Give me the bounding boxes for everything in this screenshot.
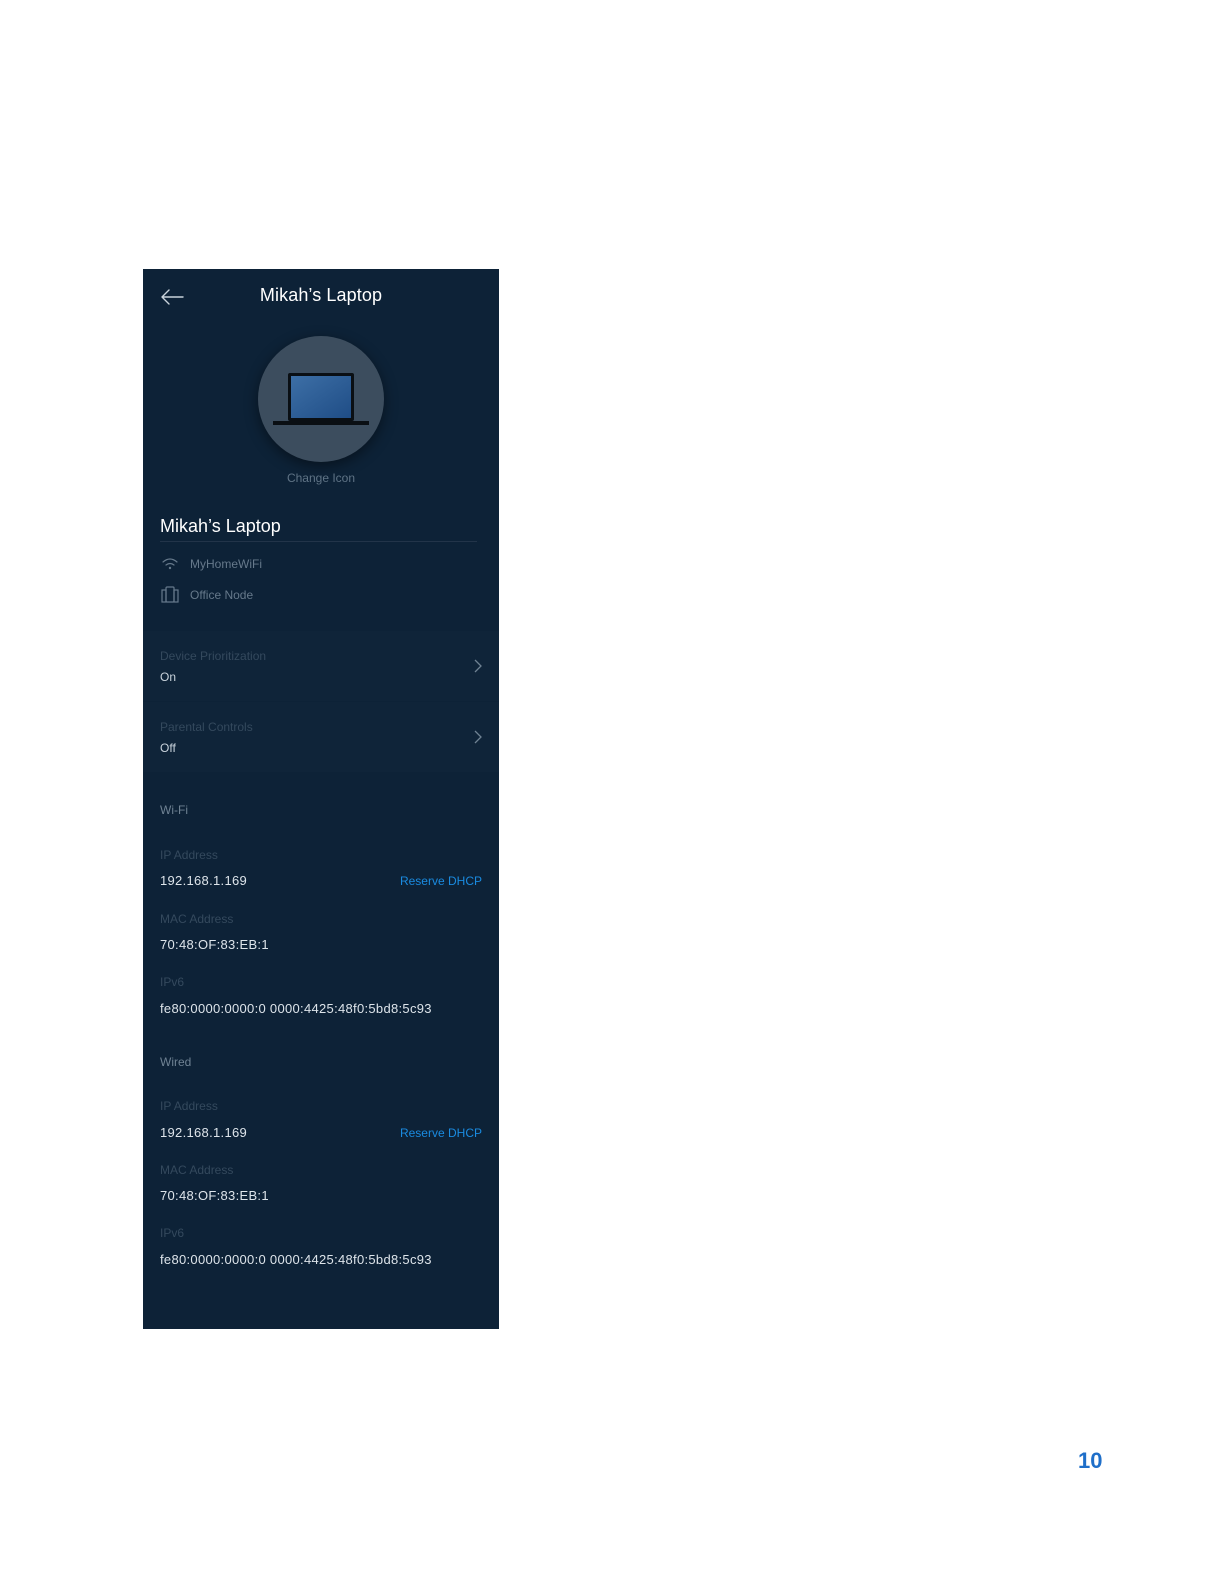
setting-label: Device Prioritization — [160, 649, 267, 663]
wifi-mac-label: MAC Address — [160, 912, 234, 926]
wired-mac-label: MAC Address — [160, 1163, 234, 1177]
network-row: MyHomeWiFi — [160, 554, 262, 574]
network-name: MyHomeWiFi — [190, 557, 262, 571]
wired-ipv6-value: fe80:0000:0000:0 0000:4425:48f0:5bd8:5c9… — [160, 1252, 432, 1267]
device-icon-button[interactable] — [258, 336, 384, 462]
device-name: Mikah’s Laptop — [160, 516, 281, 536]
wired-section-header: Wired — [160, 1055, 192, 1069]
setting-value: On — [160, 670, 177, 684]
laptop-icon — [273, 373, 369, 425]
wired-mac-value: 70:48:OF:83:EB:1 — [160, 1188, 269, 1203]
chevron-right-icon — [473, 659, 483, 673]
change-icon-link[interactable]: Change Icon — [143, 471, 499, 485]
wired-reserve-dhcp-link[interactable]: Reserve DHCP — [400, 1126, 482, 1140]
wifi-reserve-dhcp-link[interactable]: Reserve DHCP — [400, 874, 482, 888]
wifi-ip-value: 192.168.1.169 — [160, 873, 248, 888]
device-details-screen: Mikah’s Laptop Change Icon Mikah’s Lapto… — [143, 269, 499, 1329]
wifi-ipv6-label: IPv6 — [160, 975, 185, 989]
wifi-ip-label: IP Address — [160, 848, 218, 862]
page-title: Mikah’s Laptop — [259, 285, 383, 305]
node-icon — [160, 585, 180, 605]
setting-label: Parental Controls — [160, 720, 253, 734]
divider — [160, 541, 477, 542]
setting-value: Off — [160, 741, 176, 755]
chevron-right-icon — [473, 730, 483, 744]
node-name: Office Node — [190, 588, 254, 602]
device-prioritization-row[interactable]: Device Prioritization On — [143, 631, 499, 701]
node-row: Office Node — [160, 585, 253, 605]
wifi-mac-value: 70:48:OF:83:EB:1 — [160, 937, 269, 952]
parental-controls-row[interactable]: Parental Controls Off — [143, 702, 499, 772]
page-number: 10 — [1078, 1448, 1103, 1473]
wired-ip-label: IP Address — [160, 1099, 218, 1113]
wifi-ipv6-value: fe80:0000:0000:0 0000:4425:48f0:5bd8:5c9… — [160, 1001, 432, 1016]
wired-ip-value: 192.168.1.169 — [160, 1125, 248, 1140]
wired-ipv6-label: IPv6 — [160, 1226, 185, 1240]
wifi-icon — [160, 554, 180, 574]
wifi-section-header: Wi-Fi — [160, 803, 188, 817]
